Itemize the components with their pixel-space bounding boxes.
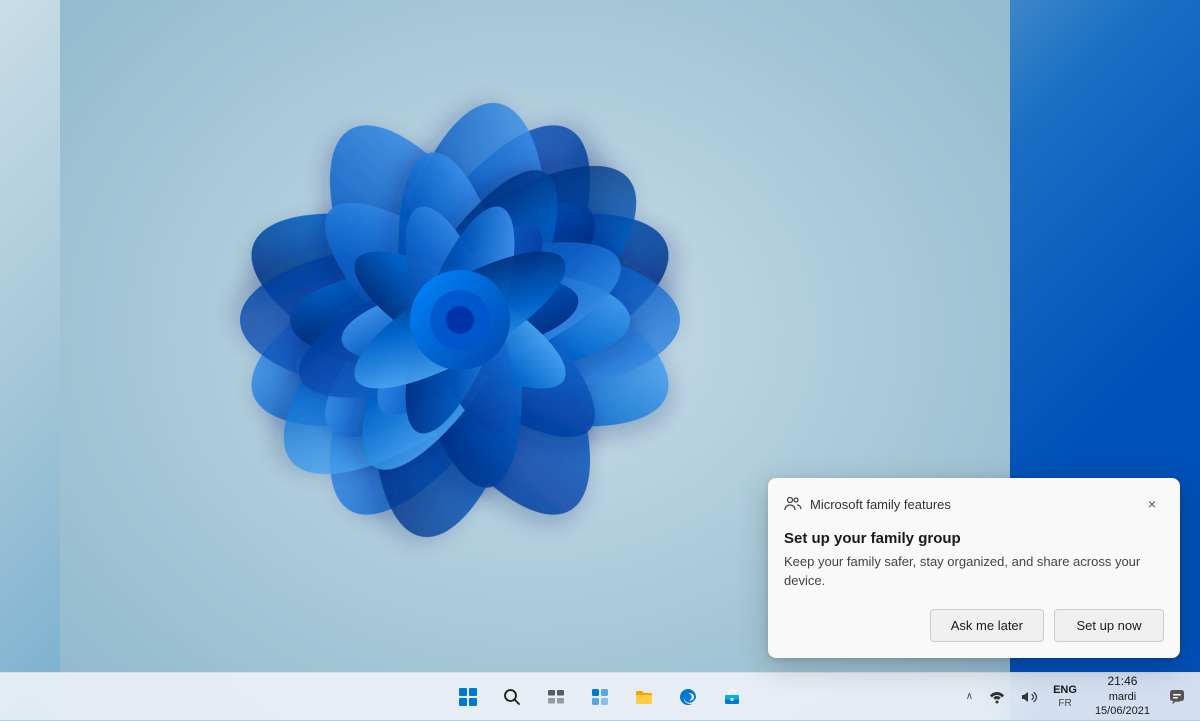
edge-button[interactable] [668,677,708,717]
edge-icon [678,687,698,707]
clock-time: 21:46 [1107,674,1137,690]
popup-actions: Ask me later Set up now [784,609,1164,642]
network-tray-icon[interactable] [983,685,1011,709]
chat-icon [1168,688,1186,706]
popup-body: Set up your family group Keep your famil… [768,526,1180,658]
taskbar-center [448,677,752,717]
system-tray-chevron[interactable]: ∧ [960,687,979,706]
task-view-icon [546,687,566,707]
store-icon [722,687,742,707]
network-icon [989,689,1005,705]
chevron-icon: ∧ [966,691,973,702]
clock-area[interactable]: 21:46 mardi 15/06/2021 [1087,672,1158,720]
language-label: ENG [1053,683,1077,697]
popup-app-name: Microsoft family features [810,497,951,512]
ask-later-button[interactable]: Ask me later [930,609,1044,642]
task-view-button[interactable] [536,677,576,717]
notification-tray-button[interactable] [1162,684,1192,710]
search-icon [502,687,522,707]
language-tray[interactable]: ENG FR [1047,681,1083,712]
clock-date: 15/06/2021 [1095,704,1150,718]
windows-logo-icon [459,688,477,706]
widgets-button[interactable] [580,677,620,717]
taskbar-right: ∧ ENG FR 21:46 mardi 15/ [960,673,1200,720]
taskbar: ∧ ENG FR 21:46 mardi 15/ [0,672,1200,720]
popup-header-left: Microsoft family features [784,495,951,513]
volume-tray-icon[interactable] [1015,685,1043,709]
popup-description: Keep your family safer, stay organized, … [784,553,1164,591]
start-button[interactable] [448,677,488,717]
setup-now-button[interactable]: Set up now [1054,609,1164,642]
popup-header: Microsoft family features × [768,478,1180,526]
search-button[interactable] [492,677,532,717]
file-explorer-icon [634,687,654,707]
popup-title: Set up your family group [784,530,1164,547]
notification-popup: Microsoft family features × Set up your … [768,478,1180,658]
family-icon [784,495,802,513]
popup-close-button[interactable]: × [1140,492,1164,516]
store-button[interactable] [712,677,752,717]
locale-label: FR [1058,697,1071,710]
clock-day: mardi [1109,690,1137,704]
widgets-icon [590,687,610,707]
file-explorer-button[interactable] [624,677,664,717]
volume-icon [1021,689,1037,705]
